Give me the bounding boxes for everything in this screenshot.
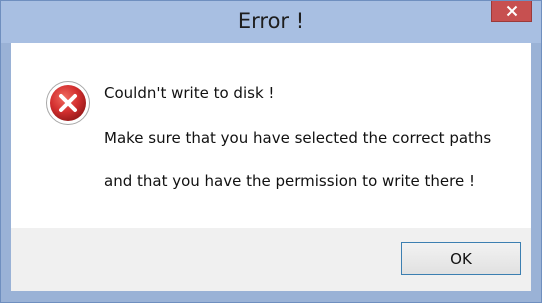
error-x-icon: [46, 81, 90, 125]
ok-button[interactable]: OK: [401, 242, 521, 275]
title-bar[interactable]: Error !: [1, 1, 541, 43]
dialog-content: Couldn't write to disk ! Make sure that …: [11, 43, 531, 228]
close-button[interactable]: [491, 1, 532, 22]
error-dialog: Error ! Couldn't write to disk ! Make su: [0, 0, 542, 303]
error-message-line-3: and that you have the permission to writ…: [104, 172, 475, 190]
dialog-title: Error !: [237, 9, 305, 33]
dialog-footer: OK: [11, 228, 531, 291]
error-message-line-1: Couldn't write to disk !: [104, 84, 275, 102]
error-message-line-2: Make sure that you have selected the cor…: [104, 129, 492, 147]
close-icon: [506, 5, 518, 17]
